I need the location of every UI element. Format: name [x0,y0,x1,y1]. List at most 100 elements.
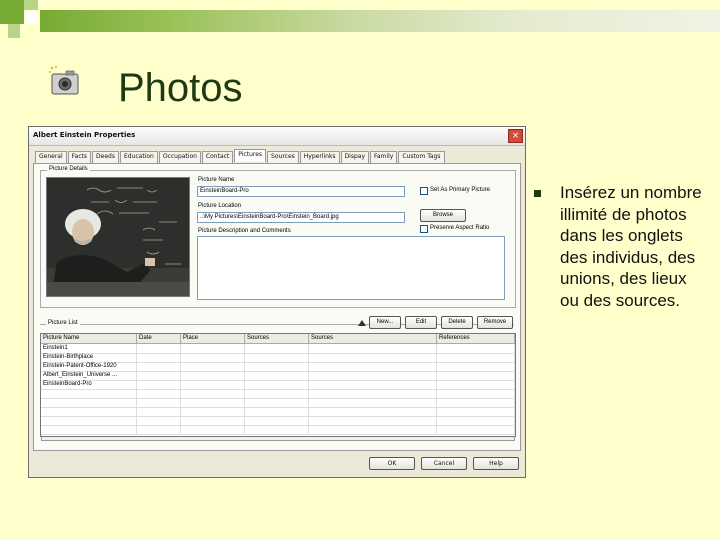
tab-education[interactable]: Education [119,151,158,163]
table-cell [309,344,437,353]
picture-name-cell [41,407,137,416]
tab-dispay[interactable]: Dispay [340,151,370,163]
column-header[interactable]: Date [137,334,181,343]
table-cell [437,380,515,389]
table-cell [137,416,181,425]
table-cell [309,425,437,434]
column-header[interactable]: Sources [309,334,437,343]
set-primary-checkbox[interactable] [420,187,428,195]
help-button[interactable]: Help [473,457,519,470]
table-cell [309,389,437,398]
table-cell [137,371,181,380]
table-cell [137,362,181,371]
column-header[interactable]: Place [181,334,245,343]
table-cell [137,398,181,407]
picture-name-cell: Einstein1 [41,344,137,353]
set-primary-label: Set As Primary Picture [430,187,491,193]
remove-picture-button[interactable]: Remove [477,316,513,329]
picture-name-field[interactable]: EinsteinBoard-Pro [197,186,405,197]
table-cell [437,416,515,425]
dialog-title: Albert Einstein Properties [33,131,136,139]
preserve-aspect-label: Preserve Aspect Ratio [430,225,490,231]
table-cell [437,389,515,398]
picture-name-cell: Albert_Einstein_Universe ... [41,371,137,380]
table-cell [181,380,245,389]
table-cell [309,398,437,407]
picture-description-label: Picture Description and Comments [198,228,291,234]
tab-custom-tags[interactable]: Custom Tags [398,151,445,163]
picture-name-cell [41,425,137,434]
decorative-square [0,0,24,24]
camera-icon [49,66,79,95]
chevron-up-icon[interactable] [357,318,367,328]
slide-title: Photos [118,66,243,110]
decorative-square [8,24,20,38]
table-cell [245,380,309,389]
browse-button[interactable]: Browse [420,209,466,222]
table-cell [245,425,309,434]
table-cell [181,344,245,353]
table-cell [137,380,181,389]
table-cell [309,371,437,380]
table-cell [181,371,245,380]
column-header[interactable]: References [437,334,515,343]
picture-description-field[interactable] [197,236,505,300]
decorative-square [24,0,38,10]
table-cell [437,362,515,371]
new-picture-button[interactable]: New... [369,316,401,329]
tab-general[interactable]: General [35,151,67,163]
bullet-marker [534,190,541,197]
table-cell [309,407,437,416]
tab-strip: General Facts Deeds Education Occupation Cont… [35,149,446,163]
picture-location-field[interactable]: ..\My Pictures\EinsteinBoard-Pro\Einstei… [197,212,405,223]
table-cell [137,425,181,434]
tab-deeds[interactable]: Deeds [92,151,119,163]
table-cell [437,425,515,434]
preserve-aspect-checkbox[interactable] [420,225,428,233]
picture-name-label: Picture Name [198,177,235,183]
ok-button[interactable]: OK [369,457,415,470]
cancel-button[interactable]: Cancel [421,457,467,470]
table-cell [181,398,245,407]
table-cell [181,425,245,434]
table-cell [181,362,245,371]
picture-name-cell: Einstein-Birthplace [41,353,137,362]
picture-location-label: Picture Location [198,203,242,209]
header-gradient-band [40,10,720,32]
column-header[interactable]: Picture Name [41,334,137,343]
table-cell [137,353,181,362]
close-button[interactable]: × [508,129,523,143]
dialog-titlebar: Albert Einstein Properties × [29,127,525,146]
picture-details-label: Picture Details [47,166,90,172]
tab-family[interactable]: Family [370,151,398,163]
table-cell [181,389,245,398]
table-cell [245,407,309,416]
tab-occupation[interactable]: Occupation [158,151,201,163]
picture-list-label: Picture List [46,320,80,326]
column-header[interactable]: Sources [245,334,309,343]
edit-picture-button[interactable]: Edit [405,316,437,329]
einstein-blackboard-photo [46,177,190,297]
picture-name-cell: Einstein-Patent-Office-1920 [41,362,137,371]
table-cell [309,380,437,389]
table-cell [437,407,515,416]
delete-picture-button[interactable]: Delete [441,316,473,329]
tab-contact[interactable]: Contact [201,151,234,163]
table-cell [137,389,181,398]
table-cell [309,353,437,362]
picture-name-cell: EinsteinBoard-Pro [41,380,137,389]
table-cell [245,344,309,353]
table-cell [245,416,309,425]
tab-sources[interactable]: Sources [267,151,299,163]
table-cell [181,416,245,425]
table-cell [245,389,309,398]
tab-facts[interactable]: Facts [67,151,92,163]
table-header: Picture Name Date Place Sources Sources Refer… [41,334,515,344]
tab-pictures[interactable]: Pictures [234,149,267,162]
picture-name-cell [41,389,137,398]
tab-hyperlinks[interactable]: Hyperlinks [299,151,340,163]
picture-name-cell [41,398,137,407]
table-cell [437,398,515,407]
table-cell [137,407,181,416]
table-cell [245,353,309,362]
